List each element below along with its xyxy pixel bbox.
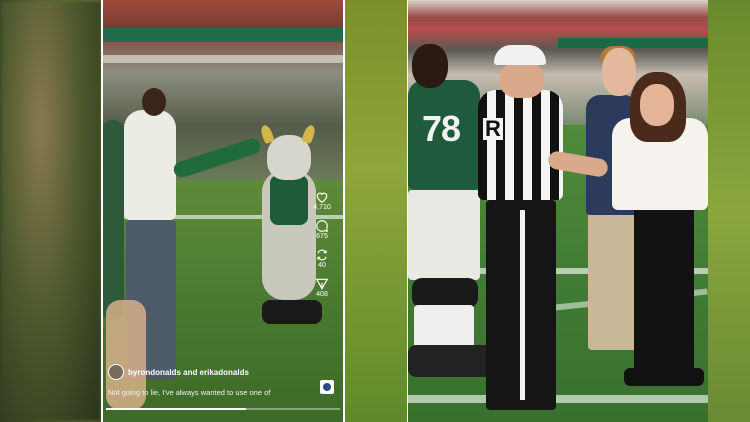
blurred-right-margin	[708, 0, 750, 422]
like-count: 4,710	[313, 204, 331, 211]
comment-count: 675	[316, 233, 328, 240]
young-man-pants	[588, 210, 640, 350]
avatar-icon	[323, 383, 331, 391]
share-icon	[315, 278, 329, 290]
player-pants	[408, 190, 480, 280]
player-head	[412, 44, 448, 88]
share-count: 408	[316, 291, 328, 298]
woman-face	[640, 84, 674, 126]
jersey-number: 78	[422, 108, 461, 149]
young-man-head	[602, 48, 636, 96]
player-knee-pads	[412, 278, 478, 308]
divider	[101, 0, 103, 422]
comment-icon	[316, 220, 329, 233]
user-avatar[interactable]	[108, 364, 124, 380]
social-actions: 4,710 675 40 408	[306, 190, 338, 298]
caption-text: Not going to lie, I've always wanted to …	[108, 388, 271, 397]
stadium-railing	[102, 55, 344, 63]
player-socks	[414, 305, 474, 350]
share-action[interactable]: 408	[315, 277, 329, 298]
referee-letter: R	[483, 116, 503, 141]
woman-shoes	[624, 368, 704, 386]
video-progress-bar[interactable]	[106, 408, 340, 410]
comment-action[interactable]: 675	[315, 219, 329, 240]
blurred-center-margin	[344, 0, 408, 422]
divider	[343, 0, 345, 422]
creator-avatar[interactable]	[320, 380, 334, 394]
stadium-banner	[102, 28, 344, 42]
repost-action[interactable]: 40	[315, 248, 329, 269]
video-progress-fill	[106, 408, 247, 410]
repost-count: 40	[318, 262, 326, 269]
post-caption: byrondonalds and erikadonalds Not going …	[108, 364, 308, 397]
like-action[interactable]: 4,710	[313, 190, 331, 211]
stadium-banner	[558, 38, 708, 48]
blurred-left-margin	[0, 0, 102, 422]
heart-icon	[316, 192, 328, 203]
right-photo-panel: 78 R	[408, 0, 708, 422]
left-video-panel: 4,710 675 40 408 byrondonalds and erikad…	[102, 0, 344, 422]
mascot-jersey	[270, 175, 308, 225]
field-line	[408, 395, 708, 403]
referee-cap	[494, 45, 546, 65]
referee-face	[500, 62, 544, 98]
caption-usernames[interactable]: byrondonalds and erikadonalds	[128, 368, 249, 377]
mascot-shoes	[262, 300, 322, 324]
player-cleats	[408, 345, 494, 377]
person-left-edge	[102, 120, 124, 320]
repost-icon	[317, 249, 327, 261]
man-head	[142, 88, 166, 116]
referee-striped-shirt	[478, 90, 563, 200]
man-white-shirt	[124, 110, 176, 220]
woman-pants	[634, 206, 694, 374]
referee-pant-stripe	[520, 210, 525, 400]
